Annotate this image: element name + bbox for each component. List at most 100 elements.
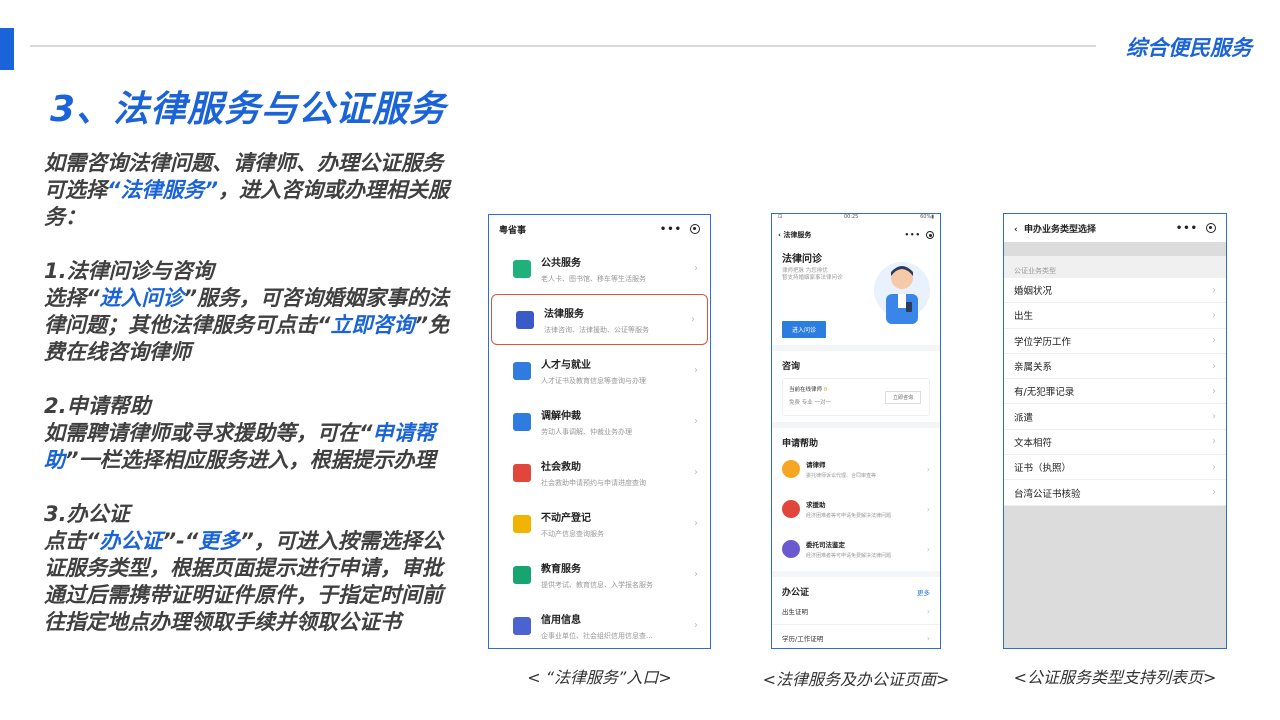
accent-bar [0,28,14,70]
caption-notary-list: <公证服务类型支持列表页> [1013,668,1217,687]
phone-screenshot-notary-types: ‹ 申办业务类型选择 ••• 公证业务类型 婚姻状况 › 出生 › 学位学历工作 › 亲属关… [1003,213,1227,649]
help-item[interactable]: 请律师 委托律师诉讼代理、合同审查等 › [772,449,940,489]
chevron-right-icon: › [1212,461,1216,473]
notary-type-label: 婚姻状况 [1014,286,1053,298]
service-item[interactable]: 法律服务 法律咨询、法律援助、公证等服务 › [491,294,708,345]
more-icon[interactable]: ••• [1176,223,1198,234]
notary-type-label: 文本相符 [1014,437,1053,449]
step3-heading: 3.办公证 [44,502,130,526]
service-item[interactable]: 调解仲裁 劳动人事调解、仲裁业务办理 › [489,396,710,447]
notary-section-title: 办公证 [782,588,810,598]
notary-type-label: 亲属关系 [1014,362,1053,374]
description-text: 如需咨询法律问题、请律师、办理公证服务可选择“法律服务”，进入咨询或办理相关服务… [44,150,454,636]
more-icon[interactable]: ••• [660,224,682,235]
chevron-right-icon: › [926,633,930,643]
back-icon[interactable]: ‹ [778,231,781,239]
phone-screenshot-legal-service: ⊡ 00:25 60%▮ ‹ 法律服务 ••• 法律问诊 律师把脉 为您排忧 暂支持… [771,213,941,649]
help-title: 求援助 [806,501,826,509]
notary-type-label: 有/无犯罪记录 [1014,387,1075,399]
help-title: 请律师 [806,461,826,469]
service-title: 不动产登记 [541,512,591,524]
close-mini-program-icon[interactable] [1206,223,1216,233]
step2-text: 如需聘请律师或寻求援助等，可在“申请帮助”一栏选择相应服务进入，根据提示办理 [44,421,436,472]
service-item[interactable]: 社会救助 社会救助申请预约与申请进度查询 › [489,447,710,498]
notary-item-label: 学历/工作证明 [782,635,824,643]
service-item[interactable]: 人才与就业 人才证书及教育信息等查询与办理 › [489,345,710,396]
service-title: 调解仲裁 [541,410,581,422]
service-icon [513,463,531,482]
service-desc: 提供考试、教育信息、入学报名服务 [541,580,653,589]
nav-title: 申办业务类型选择 [1024,224,1097,235]
step1-text: 选择“进入问诊”服务，可咨询婚姻家事的法律问题；其他法律服务可点击“立即咨询”免… [44,286,450,364]
consult-now-button[interactable]: 立即咨询 [885,391,921,404]
help-icon [782,500,800,518]
service-desc: 不动产信息查询服务 [541,529,604,538]
app-name: 粤省事 [499,225,527,236]
service-title: 社会救助 [541,461,581,473]
page-title: 3、法律服务与公证服务 [50,89,447,130]
hero-banner: 法律问诊 律师把脉 为您排忧 暂支持婚姻家事法律问诊 进入问诊 [772,246,940,338]
app-navbar: 粤省事 ••• [489,215,710,243]
help-icon [782,460,800,478]
notary-type-item[interactable]: 有/无犯罪记录 › [1004,379,1226,405]
service-title: 信用信息 [541,614,581,626]
chevron-right-icon: › [694,569,698,580]
notary-item[interactable]: 学历/工作证明 › [772,625,940,648]
service-icon [516,310,534,329]
status-bar: ⊡ 00:25 60%▮ [778,214,934,220]
notary-type-item[interactable]: 证书（执照） › [1004,455,1226,481]
notary-type-list: 婚姻状况 › 出生 › 学位学历工作 › 亲属关系 › 有/无犯罪记录 › 派遣 › 文本相符 › 证书（执… [1004,278,1226,506]
chevron-right-icon: › [1212,309,1216,321]
chevron-right-icon: › [694,620,698,631]
step1-heading: 1.法律问诊与咨询 [44,259,214,283]
caption-legal-page: <法律服务及办公证页面> [762,670,950,689]
service-item[interactable]: 信用信息 企事业单位、社会组织信用信息查… › [489,600,710,648]
service-item[interactable]: 公共服务 老人卡、图书馆、移车等生活服务 › [489,243,710,294]
notary-item-label: 出生证明 [782,608,808,616]
service-desc: 法律咨询、法律援助、公证等服务 [544,325,649,334]
enter-consult-button[interactable]: 进入问诊 [782,321,826,338]
service-title: 人才与就业 [541,359,591,371]
notary-type-item[interactable]: 亲属关系 › [1004,354,1226,380]
consult-section-title: 咨询 [782,362,801,372]
chevron-right-icon: › [1212,411,1216,423]
chevron-right-icon: › [926,606,930,616]
more-icon[interactable]: ••• [905,231,921,239]
chevron-right-icon: › [1212,487,1216,499]
notary-item[interactable]: 出生证明 › [772,598,940,625]
chevron-right-icon: › [694,365,698,376]
notary-type-item[interactable]: 出生 › [1004,303,1226,329]
lawyer-illustration-icon [874,262,930,324]
help-item[interactable]: 委托司法鉴定 经济困难者等可申请免费解决法律问题 › [772,529,940,569]
help-desc: 经济困难者等可申请免费解决法律问题 [806,513,892,519]
service-item[interactable]: 教育服务 提供考试、教育信息、入学报名服务 › [489,549,710,600]
back-icon[interactable]: ‹ [1014,225,1018,235]
phone-screenshot-entry: 粤省事 ••• 公共服务 老人卡、图书馆、移车等生活服务 › 法律服务法律咨询、法律援… [488,214,711,649]
chevron-right-icon: › [1212,385,1216,397]
service-title: 公共服务 [541,257,581,269]
notary-type-item[interactable]: 学位学历工作 › [1004,329,1226,354]
nav-title: 法律服务 [783,231,812,239]
consult-card: 当前在线律师 8 免费 专业 一对一 立即咨询 [782,378,930,416]
notary-type-item[interactable]: 台湾公证书核验 › [1004,480,1226,506]
service-title: 法律服务 [544,308,584,320]
notary-type-item[interactable]: 婚姻状况 › [1004,278,1226,304]
service-icon [513,259,531,278]
notary-type-item[interactable]: 文本相符 › [1004,430,1226,456]
close-mini-program-icon[interactable] [690,224,700,234]
section-title: 综合便民服务 [1126,36,1252,60]
help-section-title: 申请帮助 [782,439,819,449]
chevron-right-icon: › [694,416,698,427]
navbar: ‹ 法律服务 ••• [772,224,940,246]
notary-type-item[interactable]: 派遣 › [1004,404,1226,430]
notary-more-link[interactable]: 更多 [917,587,930,597]
intro-paragraph: 如需咨询法律问题、请律师、办理公证服务可选择“法律服务”，进入咨询或办理相关服务… [44,151,450,229]
help-item[interactable]: 求援助 经济困难者等可申请免费解决法律问题 › [772,489,940,529]
notary-type-label: 学位学历工作 [1014,336,1072,348]
notary-list: 出生证明›学历/工作证明›有/无犯罪记录› [772,598,940,648]
service-list: 公共服务 老人卡、图书馆、移车等生活服务 › 法律服务法律咨询、法律援助、公证等服务 ›… [489,243,710,648]
service-item[interactable]: 不动产登记 不动产信息查询服务 › [489,498,710,549]
service-icon [513,616,531,635]
chevron-right-icon: › [926,544,930,554]
close-mini-program-icon[interactable] [926,231,934,239]
